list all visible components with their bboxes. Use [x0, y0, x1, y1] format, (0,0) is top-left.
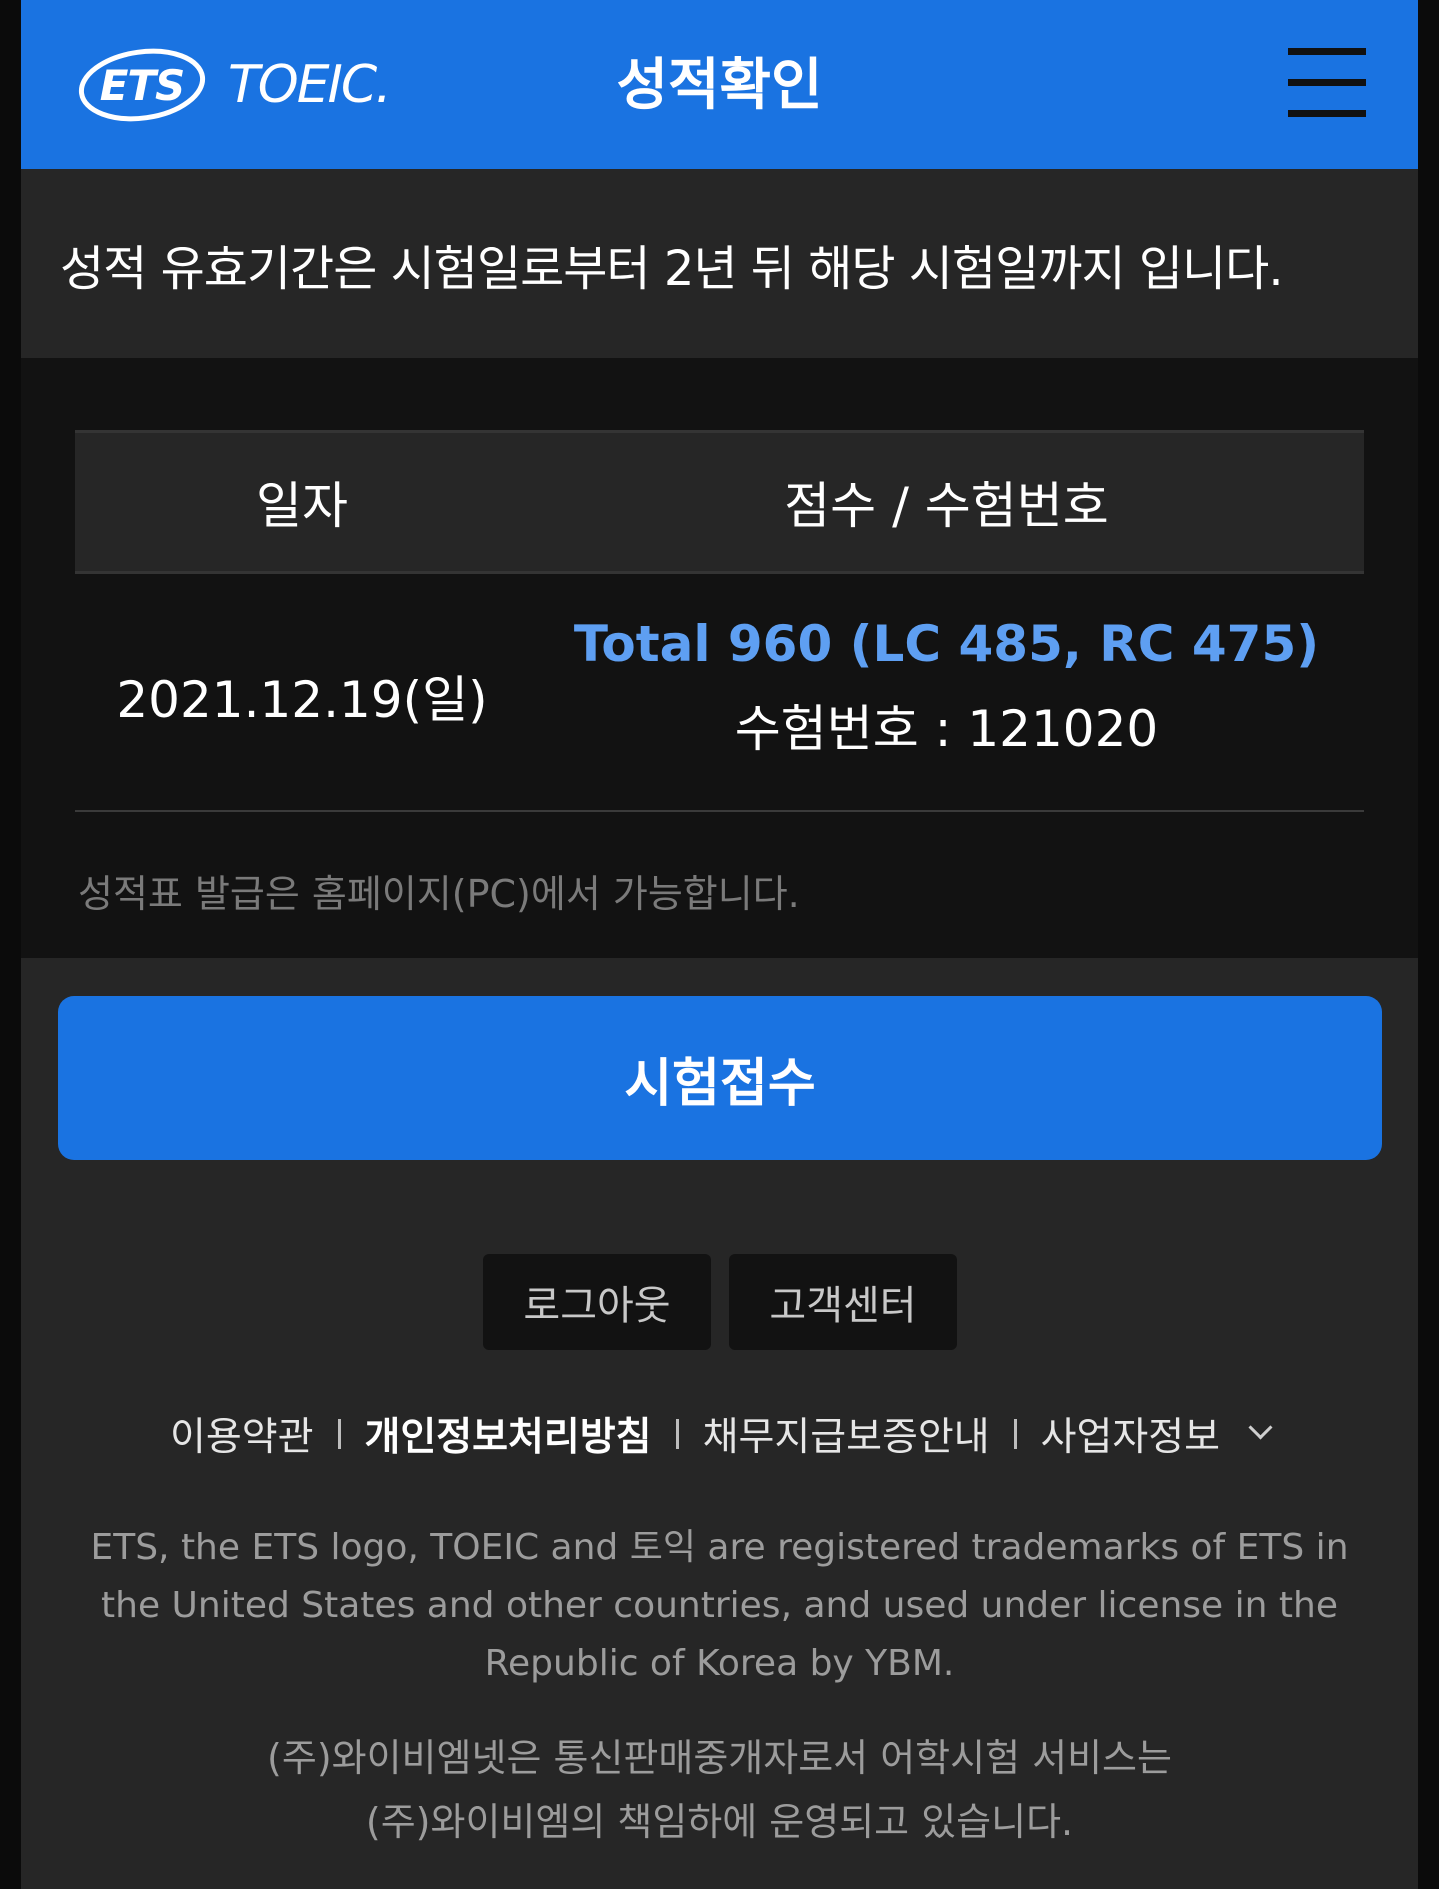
menu-bar [1288, 48, 1366, 55]
operator-line-1: (주)와이비엠넷은 통신판매중개자로서 어학시험 서비스는 [267, 1736, 1172, 1780]
account-buttons: 로그아웃 고객센터 [483, 1254, 957, 1350]
link-divider [337, 1419, 341, 1449]
terms-link[interactable]: 이용약관 [170, 1406, 314, 1462]
cell-date: 2021.12.19(일) [75, 574, 529, 810]
cell-score: Total 960 (LC 485, RC 475) 수험번호 : 121020 [529, 574, 1364, 810]
exam-number: 수험번호 : 121020 [734, 700, 1159, 758]
header-date-label: 일자 [256, 477, 348, 535]
table-header: 일자 점수 / 수험번호 [75, 430, 1364, 574]
table-row: 2021.12.19(일) Total 960 (LC 485, RC 475)… [75, 574, 1364, 812]
hamburger-menu-icon[interactable] [1288, 46, 1366, 118]
issue-note: 성적표 발급은 홈페이지(PC)에서 가능합니다. [78, 872, 800, 916]
trademark-notice: ETS, the ETS logo, TOEIC and 토익 are regi… [90, 1527, 1349, 1684]
menu-bar [1288, 79, 1366, 86]
score-table: 일자 점수 / 수험번호 2021.12.19(일) Total 960 (LC… [75, 430, 1364, 812]
validity-notice: 성적 유효기간은 시험일로부터 2년 뒤 해당 시험일까지 입니다. [21, 169, 1418, 358]
chevron-down-icon[interactable] [1248, 1414, 1273, 1440]
score-section: 일자 점수 / 수험번호 2021.12.19(일) Total 960 (LC… [21, 358, 1418, 958]
exam-date: 2021.12.19(일) [116, 671, 488, 729]
score-total[interactable]: Total 960 (LC 485, RC 475) [574, 615, 1319, 673]
ets-logo-mark: ETS [76, 46, 208, 124]
app-header: ETS TOEIC. 성적확인 [21, 0, 1418, 169]
payment-guarantee-link[interactable]: 채무지급보증안내 [703, 1406, 990, 1462]
ets-logo-text: ETS [99, 60, 186, 110]
header-cell-score: 점수 / 수험번호 [529, 433, 1364, 571]
page: ETS TOEIC. 성적확인 성적 유효기간은 시험일로부터 2년 뒤 해당 … [21, 0, 1418, 1889]
customer-center-button[interactable]: 고객센터 [729, 1254, 957, 1350]
privacy-policy-link[interactable]: 개인정보처리방침 [365, 1406, 652, 1462]
operator-line-2: (주)와이비엠의 책임하에 운영되고 있습니다. [365, 1800, 1074, 1844]
header-score-label: 점수 / 수험번호 [784, 477, 1109, 535]
toeic-logo-text: TOEIC. [228, 55, 392, 115]
logout-button[interactable]: 로그아웃 [483, 1254, 711, 1350]
menu-bar [1288, 110, 1366, 117]
footer-links: 이용약관 개인정보처리방침 채무지급보증안내 사업자정보 [21, 1404, 1418, 1464]
link-divider [675, 1419, 679, 1449]
header-cell-date: 일자 [75, 433, 529, 571]
business-info-link[interactable]: 사업자정보 [1041, 1406, 1220, 1462]
link-divider [1013, 1419, 1017, 1449]
ets-toeic-logo[interactable]: ETS TOEIC. [76, 35, 392, 135]
operator-notice: (주)와이비엠넷은 통신판매중개자로서 어학시험 서비스는 (주)와이비엠의 책… [61, 1726, 1378, 1854]
exam-register-button[interactable]: 시험접수 [58, 996, 1382, 1160]
